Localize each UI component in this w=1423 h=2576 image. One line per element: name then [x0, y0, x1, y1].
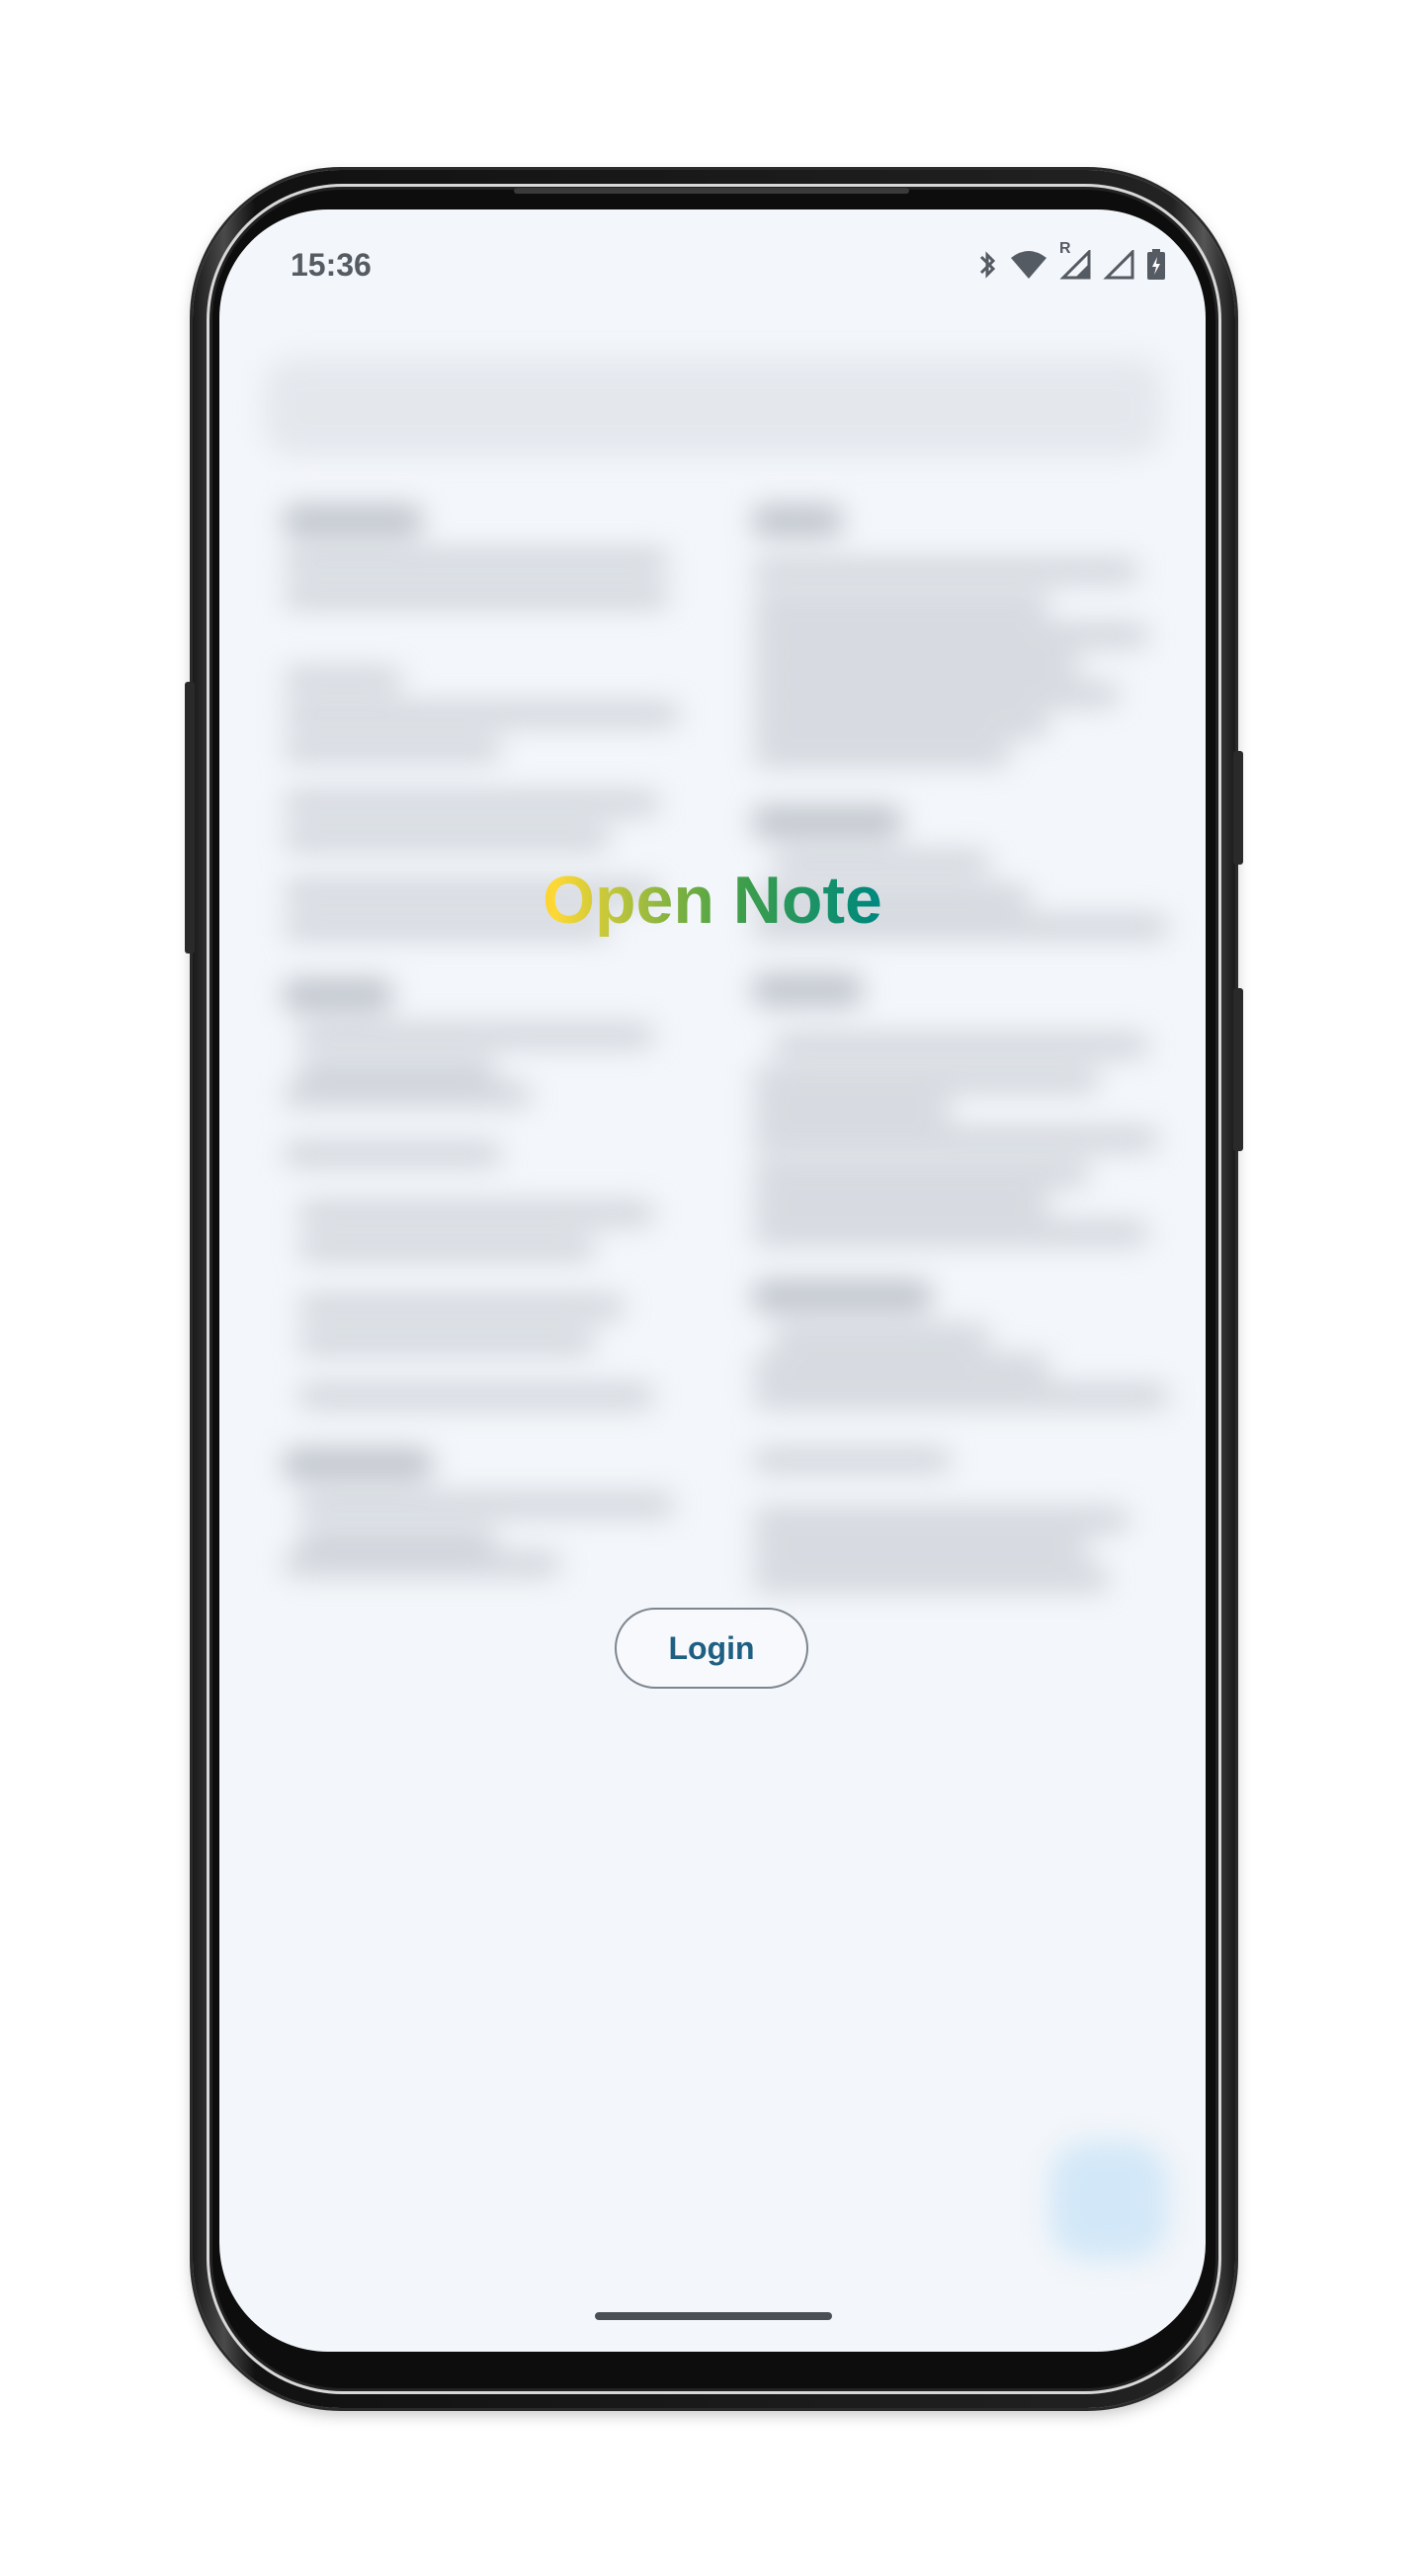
- blurred-search-bar: [264, 358, 1163, 457]
- status-bar: 15:36 R: [219, 209, 1206, 328]
- roaming-label: R: [1059, 240, 1071, 257]
- bluetooth-icon: [976, 249, 998, 286]
- signal-roaming-icon: R: [1059, 240, 1091, 285]
- app-title: Open Note: [219, 862, 1206, 939]
- phone-screen: 15:36 R Open Note Login: [219, 209, 1206, 2352]
- status-icons: R: [976, 240, 1166, 286]
- power-button: [1233, 988, 1243, 1151]
- blurred-add-note-fab: [1049, 2141, 1168, 2260]
- battery-charging-icon: [1146, 249, 1166, 286]
- wifi-icon: [1010, 250, 1047, 285]
- earpiece-speaker: [514, 188, 909, 194]
- home-indicator[interactable]: [595, 2312, 832, 2320]
- alert-slider: [1233, 751, 1243, 865]
- signal-icon: [1103, 248, 1134, 285]
- status-time: 15:36: [291, 247, 372, 283]
- volume-button: [185, 682, 195, 954]
- blurred-notes-background: [219, 209, 1206, 2352]
- login-button[interactable]: Login: [615, 1608, 808, 1689]
